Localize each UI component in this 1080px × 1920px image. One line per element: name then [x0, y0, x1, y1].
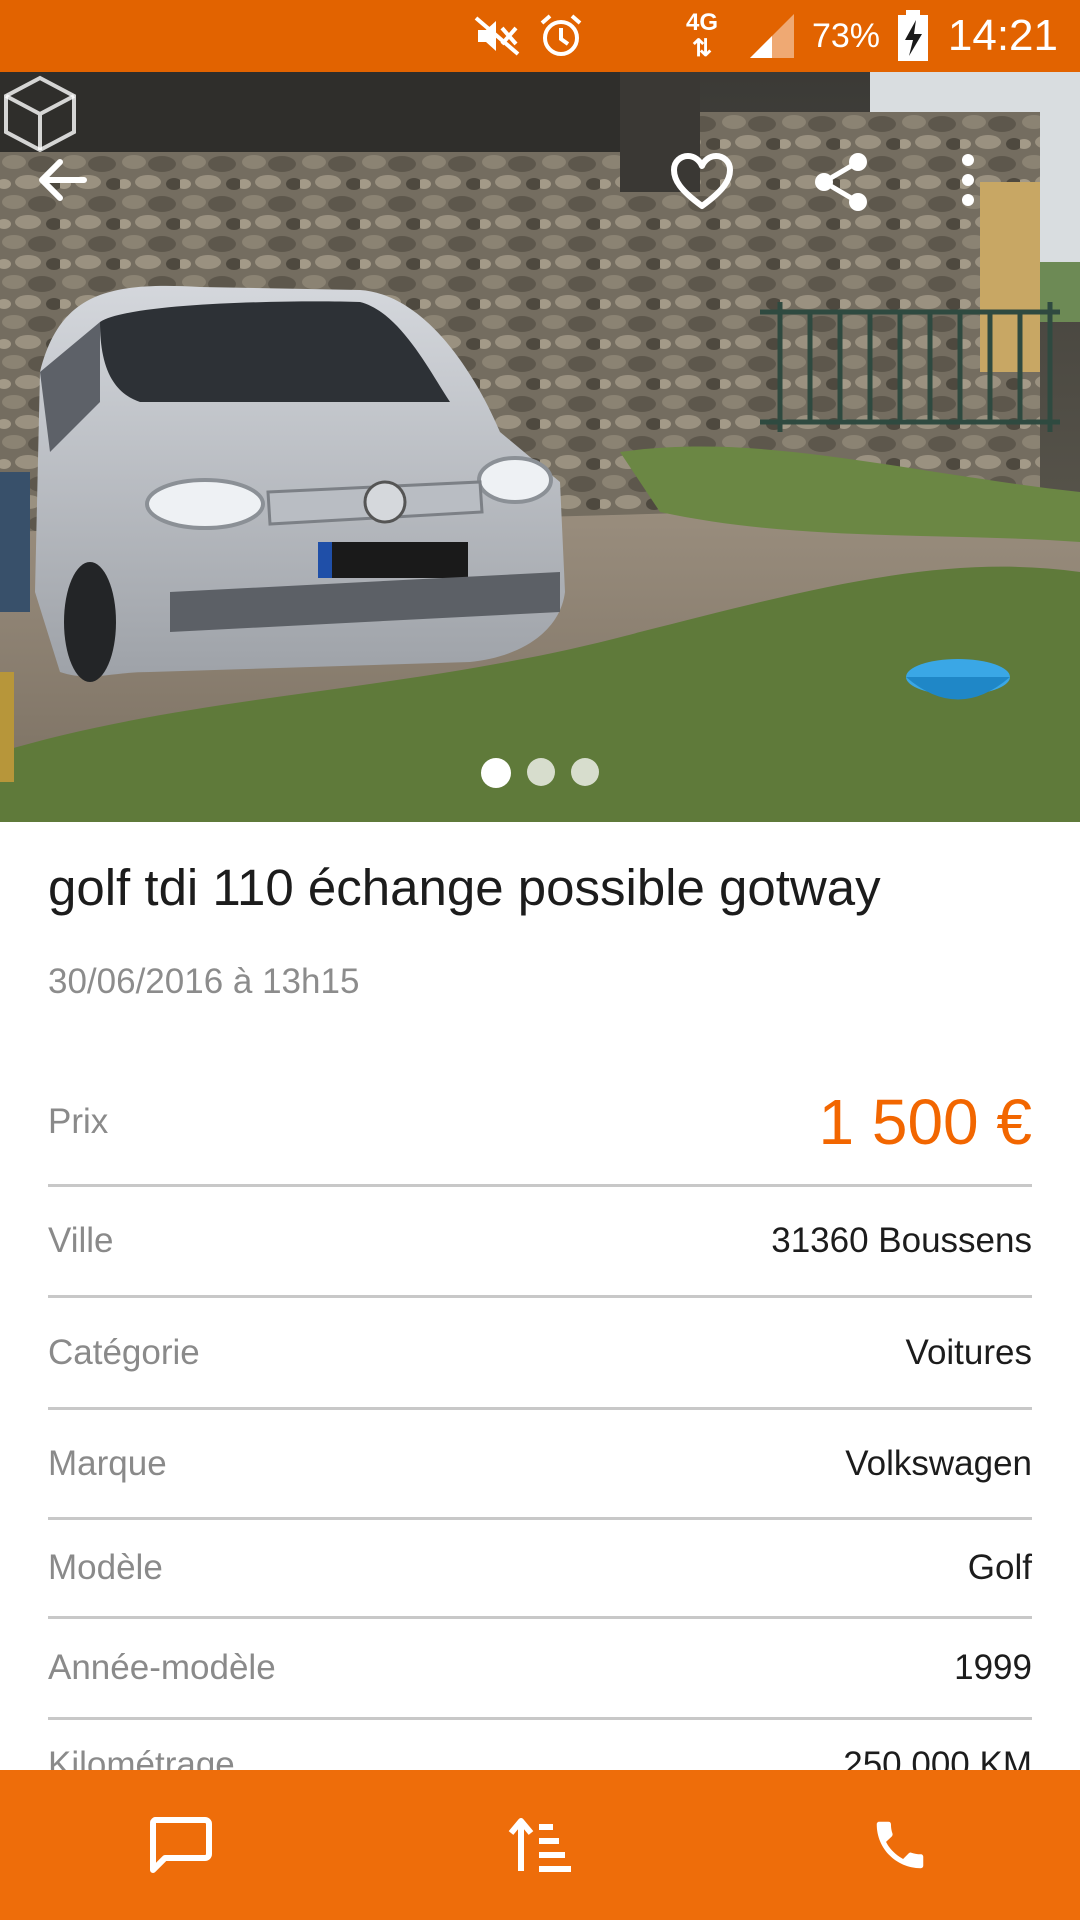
- detail-row-city: Ville 31360 Boussens: [48, 1187, 1032, 1298]
- listing-photo-carousel[interactable]: [0, 72, 1080, 822]
- detail-label: Prix: [48, 1102, 109, 1141]
- carousel-dot[interactable]: [527, 758, 555, 786]
- share-button[interactable]: [812, 152, 912, 252]
- price-value: 1 500 €: [818, 1086, 1032, 1158]
- leboncoin-logo-icon: [3, 75, 76, 152]
- sort-button[interactable]: [440, 1770, 640, 1920]
- mute-icon: [474, 0, 520, 72]
- back-button[interactable]: [34, 152, 134, 252]
- signal-icon: [746, 0, 798, 72]
- network-type: 4G ⇅: [685, 9, 718, 62]
- listing-title: golf tdi 110 échange possible gotway: [48, 859, 881, 916]
- detail-label: Ville: [48, 1221, 114, 1260]
- detail-label: Modèle: [48, 1548, 163, 1587]
- detail-row-price: Prix 1 500 €: [48, 1060, 1032, 1187]
- detail-value: Golf: [967, 1548, 1032, 1587]
- phone-icon: [876, 1821, 924, 1869]
- alarm-icon: [538, 0, 584, 72]
- back-arrow-icon: [39, 159, 87, 201]
- favorite-button[interactable]: [670, 152, 770, 252]
- detail-value: Volkswagen: [845, 1443, 1032, 1483]
- message-button[interactable]: [80, 1770, 280, 1920]
- listing-date: 30/06/2016 à 13h15: [48, 962, 360, 1001]
- message-icon: [149, 1817, 212, 1873]
- detail-row-brand: Marque Volkswagen: [48, 1410, 1032, 1520]
- carousel-indicator: [0, 758, 1080, 798]
- clock: 14:21: [947, 11, 1058, 60]
- detail-row-model: Modèle Golf: [48, 1520, 1032, 1619]
- carousel-dot[interactable]: [571, 758, 599, 786]
- battery-charging-icon: [896, 0, 930, 72]
- detail-value: 1999: [954, 1648, 1032, 1687]
- data-arrows-icon: ⇅: [691, 35, 713, 62]
- detail-row-year: Année-modèle 1999: [48, 1619, 1032, 1720]
- detail-label: Année-modèle: [48, 1648, 276, 1687]
- detail-label: Catégorie: [48, 1332, 200, 1372]
- detail-row-category: Catégorie Voitures: [48, 1298, 1032, 1410]
- share-icon: [815, 153, 867, 211]
- more-options-button[interactable]: [958, 152, 1058, 252]
- detail-value: 31360 Boussens: [771, 1221, 1032, 1260]
- carousel-dot[interactable]: [481, 758, 511, 788]
- bottom-action-bar: [0, 1770, 1080, 1920]
- more-vert-icon: [962, 154, 974, 206]
- sort-icon: [508, 1818, 571, 1872]
- heart-icon: [671, 153, 733, 209]
- detail-value: Voitures: [905, 1332, 1032, 1372]
- status-bar: 4G ⇅ 73% 14:21: [0, 0, 1080, 72]
- listing-photo: [0, 72, 1080, 822]
- battery-percent: 73%: [811, 16, 880, 55]
- call-button[interactable]: [800, 1770, 1000, 1920]
- detail-label: Marque: [48, 1443, 167, 1483]
